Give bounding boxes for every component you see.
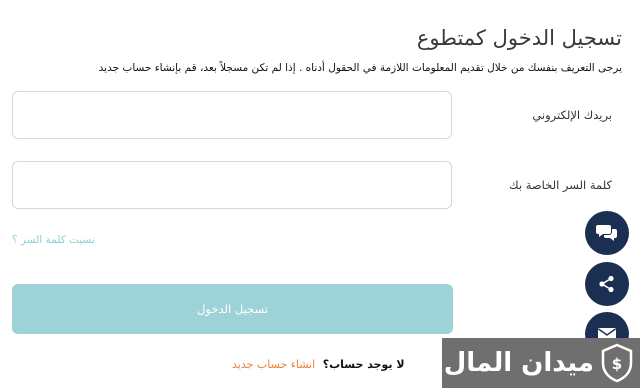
password-label: كلمة السر الخاصة بك: [509, 178, 612, 192]
svg-text:$: $: [612, 355, 622, 373]
brand-watermark: ميدان المال $: [442, 338, 640, 388]
brand-name: ميدان المال: [443, 348, 594, 378]
page-subtitle: يرجى التعريف بنفسك من خلال تقديم المعلوم…: [98, 62, 622, 74]
chat-button[interactable]: [585, 211, 629, 255]
no-account-row: لا يوجد حساب؟ انشاء حساب جديد: [232, 358, 405, 371]
login-button[interactable]: تسجيل الدخول: [12, 284, 453, 334]
email-label: بريدك الإلكتروني: [532, 108, 612, 122]
chat-icon: [596, 225, 617, 241]
page-title: تسجيل الدخول كمتطوع: [416, 26, 622, 50]
brand-logo-icon: $: [601, 343, 633, 383]
no-account-question: لا يوجد حساب؟: [322, 358, 405, 371]
forgot-password-link[interactable]: نسيت كلمة السر ؟: [12, 234, 95, 246]
share-icon: [599, 275, 614, 293]
share-button[interactable]: [585, 262, 629, 306]
password-field[interactable]: [12, 161, 452, 209]
create-account-link[interactable]: انشاء حساب جديد: [232, 358, 315, 371]
email-field[interactable]: [12, 91, 452, 139]
